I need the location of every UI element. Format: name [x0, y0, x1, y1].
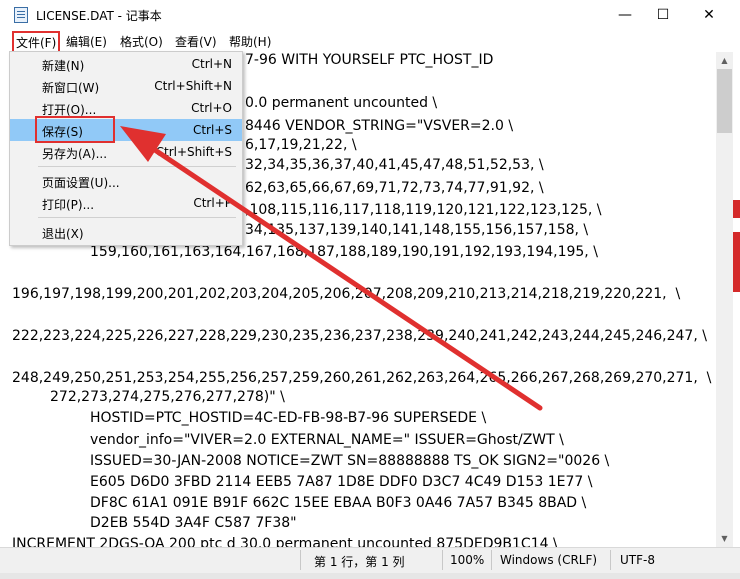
scroll-up-arrow-icon[interactable]: ▲	[716, 52, 733, 69]
editor-line: 272,273,274,275,276,277,278)" \	[50, 389, 285, 405]
editor-line: 248,249,250,251,253,254,255,256,257,259,…	[12, 370, 712, 386]
line-ending: Windows (CRLF)	[500, 553, 598, 567]
vertical-scrollbar[interactable]: ▲ ▼	[716, 52, 733, 547]
menu-separator	[38, 217, 236, 218]
menu-separator	[38, 166, 236, 167]
encoding: UTF-8	[620, 553, 655, 567]
status-separator	[300, 550, 301, 570]
background-window-edge	[733, 52, 740, 547]
cursor-position: 第 1 行，第 1 列	[314, 555, 405, 569]
editor-line: DF8C 61A1 091E B91F 662C 15EE EBAA B0F3 …	[90, 495, 587, 511]
scrollbar-thumb[interactable]	[717, 69, 732, 133]
editor-line: INCREMENT 2DGS-OA 200 ptc d 30.0 permane…	[12, 536, 558, 547]
editor-line: E605 D6D0 3FBD 2114 EEB5 7A87 1D8E DDF0 …	[90, 474, 593, 490]
window-title: LICENSE.DAT - 记事本	[36, 9, 162, 23]
menu-item-new[interactable]: 新建(N) Ctrl+N	[10, 53, 242, 75]
menu-item-new-window[interactable]: 新窗口(W) Ctrl+Shift+N	[10, 75, 242, 97]
background-red-mark	[733, 200, 740, 218]
menu-format[interactable]: 格式(O)	[120, 33, 163, 50]
editor-line: vendor_info="VIVER=2.0 EXTERNAL_NAME=" I…	[90, 432, 564, 448]
editor-line: 8446 VENDOR_STRING="VSVER=2.0 \	[245, 118, 514, 134]
editor-line: 0.0 permanent uncounted \	[245, 95, 438, 111]
background-red-mark	[733, 232, 740, 292]
close-button[interactable]: ✕	[686, 0, 732, 30]
status-separator	[442, 550, 443, 570]
editor-line: 32,34,35,36,37,40,41,45,47,48,51,52,53, …	[245, 157, 544, 173]
editor-line: 222,223,224,225,226,227,228,229,230,235,…	[12, 328, 707, 344]
menu-edit[interactable]: 编辑(E)	[66, 33, 107, 50]
notepad-icon	[14, 7, 28, 23]
status-bar: 第 1 行，第 1 列 100% Windows (CRLF) UTF-8	[0, 547, 740, 573]
maximize-button[interactable]: ☐	[640, 0, 686, 30]
menu-help[interactable]: 帮助(H)	[229, 33, 271, 50]
editor-line: 7-96 WITH YOURSELF PTC_HOST_ID	[245, 52, 494, 68]
editor-line: 34,135,137,139,140,141,148,155,156,157,1…	[245, 222, 589, 238]
editor-line: D2EB 554D 3A4F C587 7F38"	[90, 515, 297, 531]
menu-item-print[interactable]: 打印(P)... Ctrl+P	[10, 192, 242, 214]
zoom-level: 100%	[450, 553, 485, 567]
menu-item-save-as[interactable]: 另存为(A)... Ctrl+Shift+S	[10, 141, 242, 163]
editor-line: ,108,115,116,117,118,119,120,121,122,123…	[245, 202, 602, 218]
editor-line: 159,160,161,163,164,167,168,187,188,189,…	[90, 244, 598, 260]
scroll-down-arrow-icon[interactable]: ▼	[716, 530, 733, 547]
editor-line: 62,63,65,66,67,69,71,72,73,74,77,91,92, …	[245, 180, 544, 196]
menu-view[interactable]: 查看(V)	[175, 33, 217, 50]
status-separator	[610, 550, 611, 570]
editor-line: ISSUED=30-JAN-2008 NOTICE=ZWT SN=8888888…	[90, 453, 610, 469]
menu-bar: 文件(F) 编辑(E) 格式(O) 查看(V) 帮助(H)	[0, 30, 740, 54]
status-separator	[491, 550, 492, 570]
menu-item-page-setup[interactable]: 页面设置(U)...	[10, 170, 242, 192]
file-menu-dropdown: 新建(N) Ctrl+N 新窗口(W) Ctrl+Shift+N 打开(O)..…	[9, 51, 243, 246]
editor-line: 6,17,19,21,22, \	[245, 137, 357, 153]
menu-item-exit[interactable]: 退出(X)	[10, 221, 242, 243]
save-highlight-box	[35, 116, 115, 143]
editor-line: 196,197,198,199,200,201,202,203,204,205,…	[12, 286, 681, 302]
taskbar-strip	[0, 573, 740, 579]
notepad-window: LICENSE.DAT - 记事本 — ☐ ✕ 文件(F) 编辑(E) 格式(O…	[0, 0, 740, 579]
editor-line: HOSTID=PTC_HOSTID=4C-ED-FB-98-B7-96 SUPE…	[90, 410, 487, 426]
title-bar: LICENSE.DAT - 记事本 — ☐ ✕	[0, 0, 740, 30]
